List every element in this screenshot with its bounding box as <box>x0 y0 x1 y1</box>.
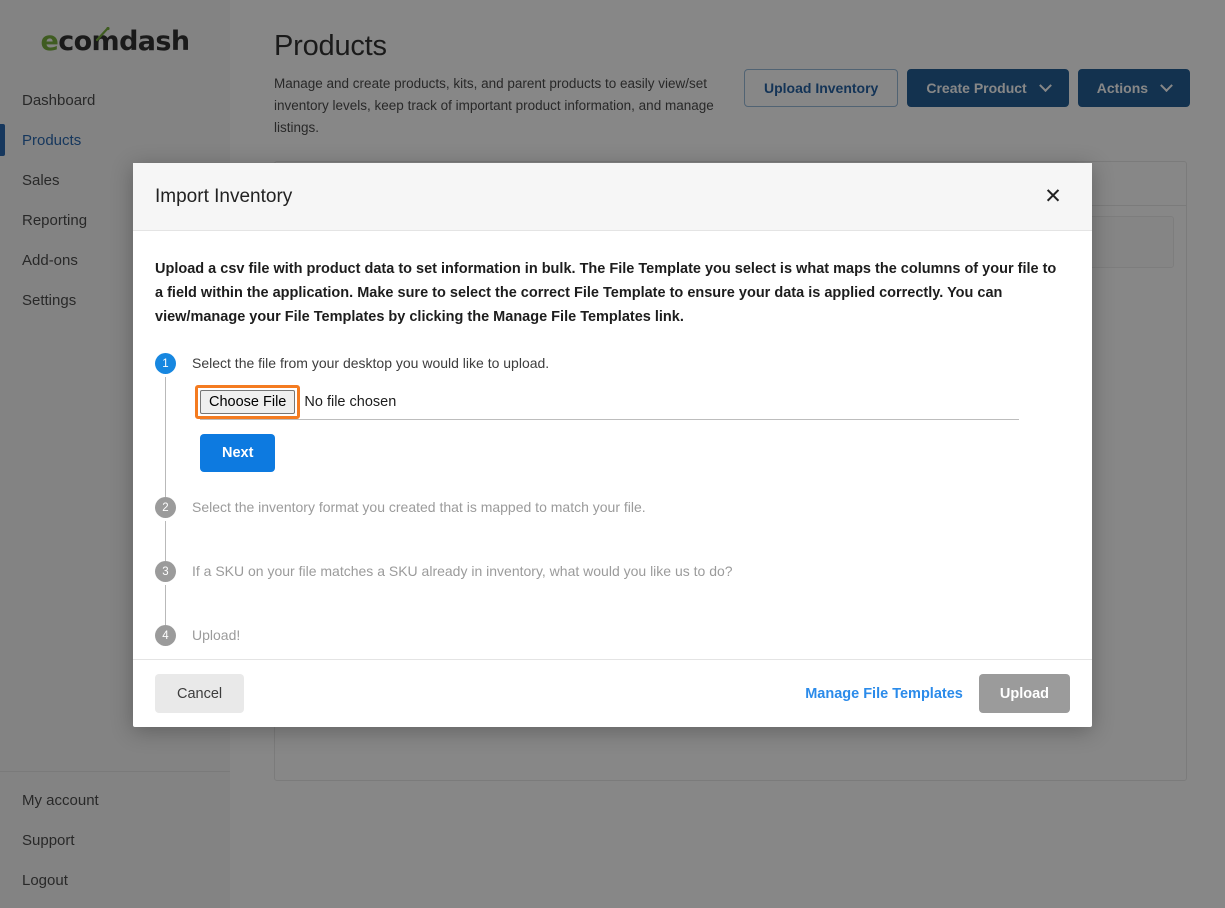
modal-description: Upload a csv file with product data to s… <box>155 257 1066 329</box>
import-steps: 1 Select the file from your desktop you … <box>155 353 1066 651</box>
upload-button-label: Upload <box>1000 686 1049 702</box>
app-root: ecomdash Dashboard Products Sales Report… <box>0 0 1225 908</box>
import-inventory-modal: Import Inventory ✕ Upload a csv file wit… <box>133 163 1092 727</box>
step-2: 2 Select the inventory format you create… <box>155 497 1066 561</box>
file-input-row: Choose File No file chosen <box>200 390 1019 420</box>
modal-footer-right: Manage File Templates Upload <box>805 674 1070 713</box>
upload-button[interactable]: Upload <box>979 674 1070 713</box>
step-3-connector <box>165 585 166 625</box>
modal-header: Import Inventory ✕ <box>133 163 1092 231</box>
cancel-button[interactable]: Cancel <box>155 674 244 713</box>
choose-file-label: Choose File <box>209 394 286 410</box>
step-1-connector <box>165 377 166 497</box>
next-button[interactable]: Next <box>200 434 275 472</box>
modal-footer: Cancel Manage File Templates Upload <box>133 659 1092 727</box>
step-1-bullet: 1 <box>155 353 176 374</box>
choose-file-button[interactable]: Choose File <box>200 390 295 414</box>
step-1: 1 Select the file from your desktop you … <box>155 353 1066 497</box>
step-2-label: Select the inventory format you created … <box>192 497 1066 518</box>
step-3: 3 If a SKU on your file matches a SKU al… <box>155 561 1066 625</box>
modal-body: Upload a csv file with product data to s… <box>133 231 1092 659</box>
step-1-label: Select the file from your desktop you wo… <box>192 353 1066 374</box>
step-2-bullet: 2 <box>155 497 176 518</box>
step-3-label: If a SKU on your file matches a SKU alre… <box>192 561 1066 582</box>
modal-title: Import Inventory <box>155 186 292 208</box>
step-3-bullet: 3 <box>155 561 176 582</box>
step-4-bullet: 4 <box>155 625 176 646</box>
cancel-button-label: Cancel <box>177 686 222 702</box>
step-4: 4 Upload! <box>155 625 1066 651</box>
step-4-label: Upload! <box>192 625 1066 646</box>
manage-file-templates-link[interactable]: Manage File Templates <box>805 686 963 702</box>
next-button-label: Next <box>222 445 253 461</box>
file-name-text: No file chosen <box>304 394 396 410</box>
step-2-connector <box>165 521 166 561</box>
close-icon[interactable]: ✕ <box>1040 184 1066 210</box>
